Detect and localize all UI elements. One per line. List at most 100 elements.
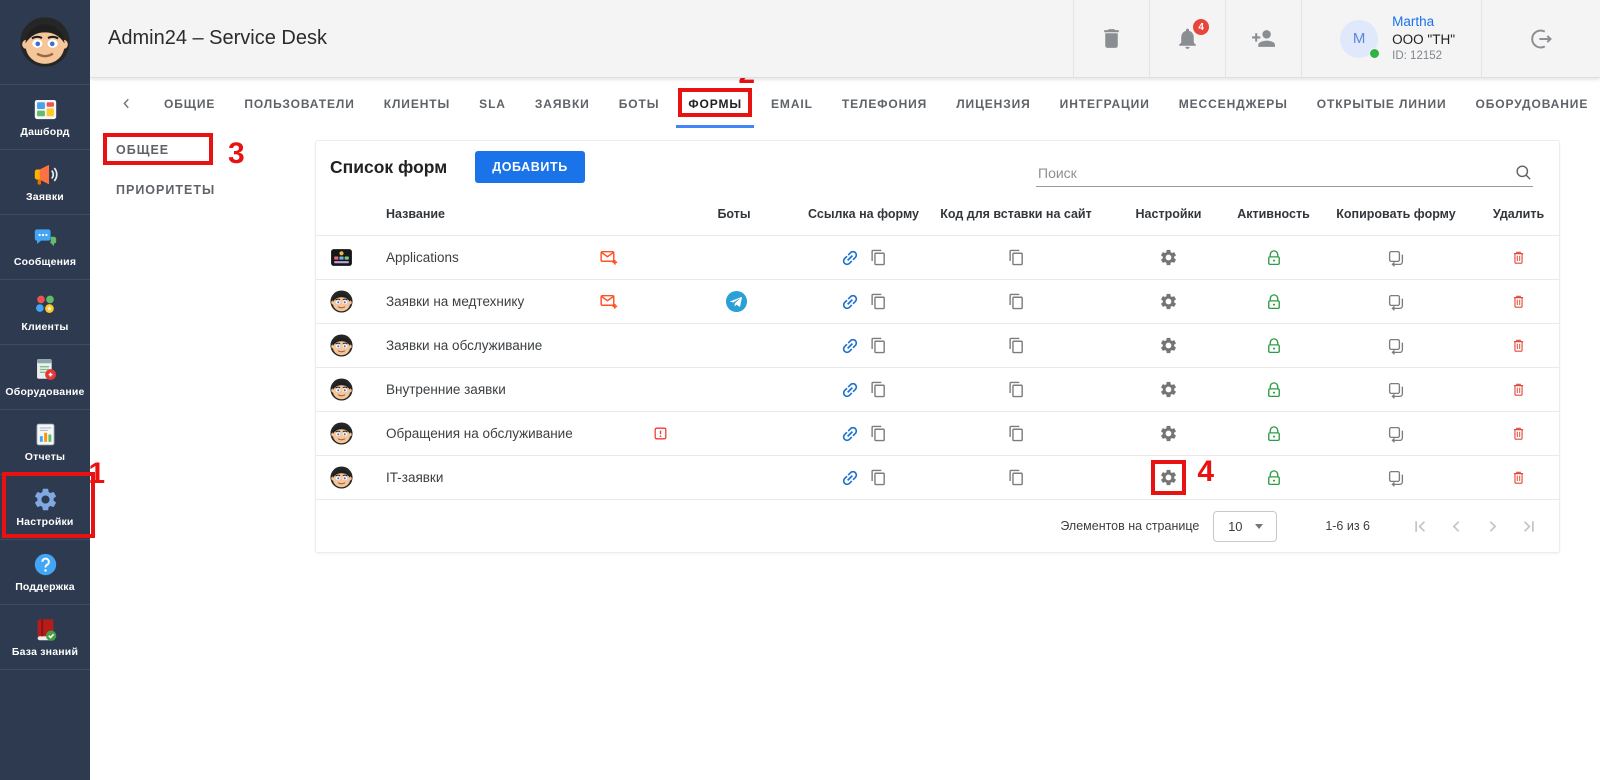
notifications-button[interactable]: 4 [1149, 0, 1225, 77]
user-menu[interactable]: M Martha ООО "ТН" ID: 12152 [1301, 0, 1481, 77]
form-link-icon[interactable] [840, 380, 860, 400]
add-user-button[interactable] [1225, 0, 1301, 77]
form-link-icon[interactable] [840, 424, 860, 444]
tabs-scroll-left-button[interactable] [118, 95, 135, 112]
form-settings-icon[interactable] [1159, 248, 1178, 267]
submenu-item-general[interactable]: ОБЩЕЕ 3 [116, 143, 169, 157]
copy-link-icon[interactable] [870, 249, 887, 266]
form-settings-icon[interactable] [1159, 468, 1178, 487]
next-page-icon[interactable] [1482, 516, 1503, 537]
copy-link-icon[interactable] [870, 425, 887, 442]
delete-form-icon[interactable] [1510, 469, 1527, 486]
previous-page-icon[interactable] [1446, 516, 1467, 537]
table-row: Обращения на обслуживание [316, 411, 1559, 455]
tab-open-lines[interactable]: ОТКРЫТЫЕ ЛИНИИ [1317, 97, 1447, 111]
sidebar-item-support[interactable]: Поддержка [0, 539, 90, 604]
card-title: Список форм [330, 157, 447, 178]
trash-button[interactable] [1073, 0, 1149, 77]
tab-general[interactable]: ОБЩИЕ [164, 97, 215, 111]
activity-lock-icon[interactable] [1265, 425, 1283, 443]
sidebar-item-reports[interactable]: Отчеты [0, 409, 90, 474]
form-settings-icon[interactable] [1159, 292, 1178, 311]
copy-embed-code-icon[interactable] [1008, 425, 1025, 442]
table-header-row: Название Боты Ссылка на форму Код для вс… [316, 193, 1559, 235]
form-link-icon[interactable] [840, 336, 860, 356]
table-row: Внутренние заявки [316, 367, 1559, 411]
tab-messengers[interactable]: МЕССЕНДЖЕРЫ [1179, 97, 1288, 111]
form-link-icon[interactable] [840, 468, 860, 488]
activity-lock-icon[interactable] [1265, 381, 1283, 399]
activity-lock-icon[interactable] [1265, 249, 1283, 267]
form-link-icon[interactable] [840, 292, 860, 312]
logout-button[interactable] [1481, 0, 1600, 77]
delete-form-icon[interactable] [1510, 381, 1527, 398]
copy-link-icon[interactable] [870, 293, 887, 310]
delete-form-icon[interactable] [1510, 337, 1527, 354]
tab-users[interactable]: ПОЛЬЗОВАТЕЛИ [244, 97, 354, 111]
form-settings-icon[interactable] [1159, 424, 1178, 443]
tab-telephony[interactable]: ТЕЛЕФОНИЯ [842, 97, 927, 111]
delete-form-icon[interactable] [1510, 249, 1527, 266]
forms-card: Список форм ДОБАВИТЬ Название Боты Ссылк… [315, 140, 1560, 553]
chevron-left-icon [118, 95, 135, 112]
workspace-avatar[interactable] [0, 0, 90, 84]
user-id: ID: 12152 [1392, 49, 1455, 64]
copy-link-icon[interactable] [870, 381, 887, 398]
sidebar-item-clients[interactable]: Клиенты [0, 279, 90, 344]
copy-link-icon[interactable] [870, 469, 887, 486]
delete-form-icon[interactable] [1510, 425, 1527, 442]
copy-form-icon[interactable] [1387, 249, 1405, 267]
tab-equipment[interactable]: ОБОРУДОВАНИЕ [1476, 97, 1589, 111]
add-form-button[interactable]: ДОБАВИТЬ [475, 151, 585, 183]
copy-embed-code-icon[interactable] [1008, 337, 1025, 354]
form-settings-icon[interactable] [1159, 336, 1178, 355]
trash-icon [1099, 26, 1124, 51]
sidebar-item-label: Поддержка [15, 581, 75, 593]
tab-sla[interactable]: SLA [479, 97, 506, 111]
copy-link-icon[interactable] [870, 337, 887, 354]
copy-embed-code-icon[interactable] [1008, 381, 1025, 398]
search-field[interactable] [1036, 163, 1533, 187]
copy-form-icon[interactable] [1387, 469, 1405, 487]
pagination-range: 1-6 из 6 [1325, 519, 1370, 533]
telegram-bot-icon[interactable] [725, 290, 748, 313]
submenu-item-priorities[interactable]: ПРИОРИТЕТЫ [116, 183, 215, 197]
sidebar-item-settings[interactable]: Настройки 1 [0, 474, 90, 539]
form-link-icon[interactable] [840, 248, 860, 268]
activity-lock-icon[interactable] [1265, 293, 1283, 311]
submenu-item-label: ОБЩЕЕ [116, 143, 169, 157]
tab-forms[interactable]: ФОРМЫ 2 [688, 97, 742, 111]
activity-lock-icon[interactable] [1265, 337, 1283, 355]
form-settings-icon[interactable] [1159, 380, 1178, 399]
first-page-icon[interactable] [1410, 516, 1431, 537]
form-name: Внутренние заявки [366, 368, 576, 411]
copy-embed-code-icon[interactable] [1008, 469, 1025, 486]
tab-bots[interactable]: БОТЫ [619, 97, 660, 111]
delete-form-icon[interactable] [1510, 293, 1527, 310]
sidebar-item-tickets[interactable]: Заявки [0, 149, 90, 214]
copy-form-icon[interactable] [1387, 293, 1405, 311]
copy-form-icon[interactable] [1387, 337, 1405, 355]
support-icon [32, 551, 59, 578]
activity-lock-icon[interactable] [1265, 469, 1283, 487]
form-name: Заявки на медтехнику [366, 280, 576, 323]
settings-gear-icon [32, 486, 59, 513]
sidebar-item-dashboard[interactable]: Дашборд [0, 84, 90, 149]
tab-clients[interactable]: КЛИЕНТЫ [384, 97, 450, 111]
copy-form-icon[interactable] [1387, 381, 1405, 399]
copy-embed-code-icon[interactable] [1008, 293, 1025, 310]
sidebar-item-equipment[interactable]: Оборудование [0, 344, 90, 409]
copy-form-icon[interactable] [1387, 425, 1405, 443]
tab-email[interactable]: EMAIL [771, 97, 813, 111]
sidebar-item-messages[interactable]: Сообщения [0, 214, 90, 279]
tab-tickets[interactable]: ЗАЯВКИ [535, 97, 590, 111]
tab-integrations[interactable]: ИНТЕГРАЦИИ [1060, 97, 1150, 111]
sidebar-item-knowledge-base[interactable]: База знаний [0, 604, 90, 669]
search-input[interactable] [1036, 164, 1514, 182]
last-page-icon[interactable] [1518, 516, 1539, 537]
sidebar-nav: Дашборд Заявки Сообщения Клиенты Оборудо… [0, 84, 90, 670]
tab-license[interactable]: ЛИЦЕНЗИЯ [956, 97, 1030, 111]
screen: Дашборд Заявки Сообщения Клиенты Оборудо… [0, 0, 1600, 780]
copy-embed-code-icon[interactable] [1008, 249, 1025, 266]
page-size-select[interactable]: 10 [1213, 511, 1277, 542]
